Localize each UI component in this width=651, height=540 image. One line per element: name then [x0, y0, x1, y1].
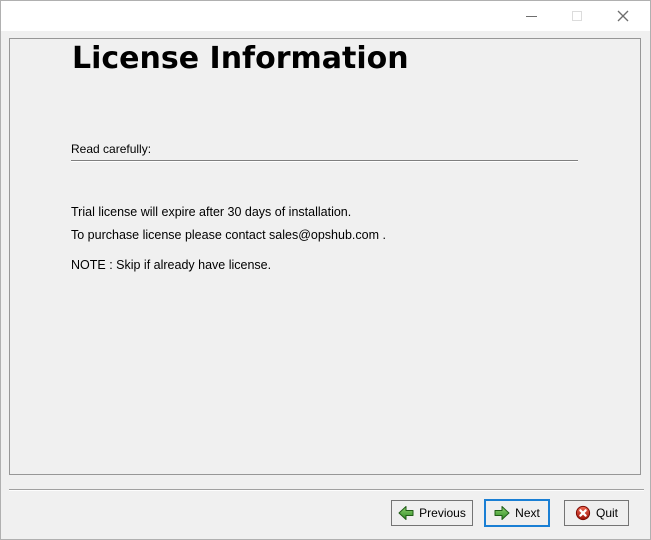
content-panel — [9, 38, 641, 475]
maximize-icon — [572, 11, 582, 21]
license-note-line: NOTE : Skip if already have license. — [71, 258, 271, 272]
quit-button[interactable]: Quit — [564, 500, 629, 526]
close-button[interactable] — [600, 2, 646, 30]
footer-separator — [9, 489, 644, 491]
previous-button-label: Previous — [419, 506, 466, 520]
titlebar — [1, 1, 650, 31]
installer-window: License Information Read carefully: Tria… — [0, 0, 651, 540]
green-arrow-right-icon — [494, 505, 510, 521]
red-stop-x-icon — [575, 505, 591, 521]
maximize-button[interactable] — [554, 2, 600, 30]
quit-button-label: Quit — [596, 506, 618, 520]
close-icon — [616, 9, 630, 23]
license-text-line: Trial license will expire after 30 days … — [71, 205, 351, 219]
minimize-icon — [526, 16, 537, 17]
minimize-button[interactable] — [508, 2, 554, 30]
next-button-label: Next — [515, 506, 540, 520]
next-button[interactable]: Next — [484, 499, 550, 527]
previous-button[interactable]: Previous — [391, 500, 473, 526]
page-title: License Information — [72, 41, 409, 76]
license-text-line: To purchase license please contact sales… — [71, 228, 386, 242]
green-arrow-left-icon — [398, 505, 414, 521]
read-carefully-separator — [71, 160, 578, 162]
read-carefully-label: Read carefully: — [71, 142, 151, 156]
